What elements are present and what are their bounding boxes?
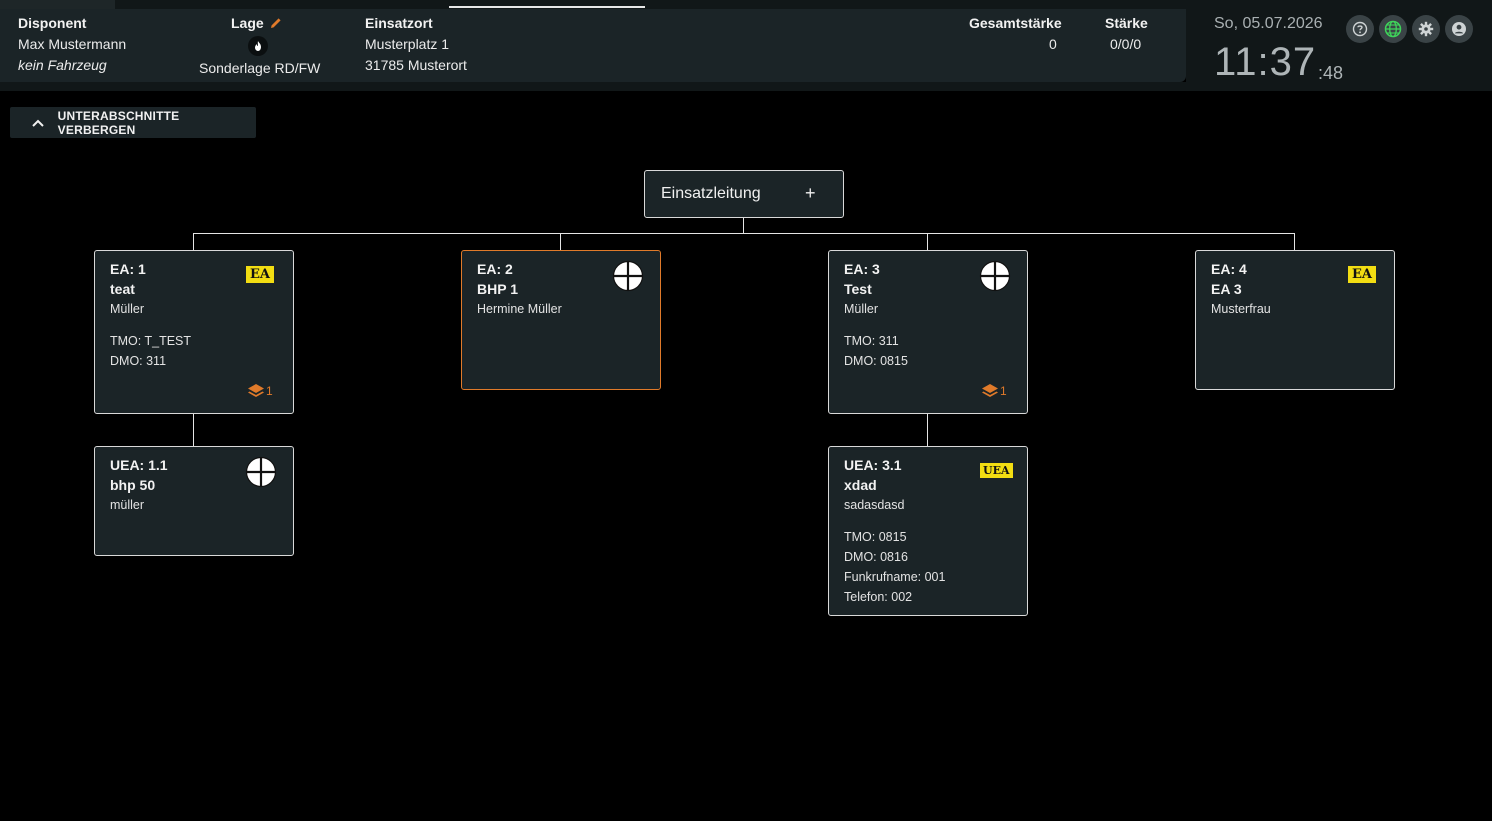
layers-indicator[interactable]: 1: [981, 383, 1007, 399]
disponent-name: Max Mustermann: [18, 36, 127, 52]
lage-value: Sonderlage RD/FW: [199, 60, 321, 76]
section-id: UEA: 1.1: [110, 457, 168, 473]
flame-icon: [248, 36, 268, 56]
subsection-card-uea31[interactable]: UEA: 3.1 xdad sadasdasd TMO: 0815 DMO: 0…: [828, 446, 1028, 616]
einsatzort-city: 31785 Musterort: [365, 57, 467, 73]
crosshair-icon: [245, 456, 277, 488]
section-dmo: DMO: 311: [110, 354, 167, 368]
connector: [927, 233, 928, 251]
layers-count: 1: [266, 384, 273, 398]
crosshair-icon: [612, 260, 644, 292]
einsatzleitung-node[interactable]: Einsatzleitung +: [644, 170, 844, 218]
current-date: So, 05.07.2026: [1214, 15, 1323, 32]
section-name: bhp 50: [110, 477, 156, 493]
connector: [560, 233, 561, 251]
disponent-vehicle: kein Fahrzeug: [18, 57, 107, 73]
staerke-value: 0/0/0: [1110, 36, 1142, 52]
section-dmo: DMO: 0815: [844, 354, 908, 368]
einsatzort-label: Einsatzort: [365, 15, 433, 31]
lage-label: Lage: [231, 15, 264, 31]
connector: [743, 216, 744, 233]
help-button[interactable]: [1346, 15, 1374, 43]
top-strip: [0, 0, 1492, 9]
staerke-label: Stärke: [1105, 15, 1148, 31]
section-tmo: TMO: T_TEST: [110, 334, 192, 348]
top-tab-left[interactable]: [0, 0, 115, 9]
add-subsection-button[interactable]: +: [805, 183, 816, 204]
settings-button[interactable]: [1412, 15, 1440, 43]
section-person: müller: [110, 498, 145, 512]
section-id: UEA: 3.1: [844, 457, 902, 473]
root-node-label: Einsatzleitung: [661, 185, 761, 202]
section-card-ea1[interactable]: EA: 1 teat Müller TMO: T_TEST DMO: 311 E…: [94, 250, 294, 414]
help-icon: [1352, 21, 1368, 37]
section-name: xdad: [844, 477, 877, 493]
connector: [193, 233, 1295, 234]
layers-icon: [248, 384, 264, 397]
section-person: Müller: [110, 302, 145, 316]
gesamtstaerke-value: 0: [1049, 36, 1057, 52]
connector: [193, 233, 194, 251]
gear-icon: [1418, 21, 1434, 37]
globe-icon: [1384, 20, 1402, 38]
subsection-card-uea11[interactable]: UEA: 1.1 bhp 50 müller: [94, 446, 294, 556]
section-funkrufname: Funkrufname: 001: [844, 570, 946, 584]
section-id: EA: 2: [477, 261, 513, 277]
section-card-ea4[interactable]: EA: 4 EA 3 Musterfrau EA: [1195, 250, 1395, 390]
layers-icon: [982, 384, 998, 397]
connector: [1294, 233, 1295, 251]
toggle-subsections-label: UNTERABSCHNITTE VERBERGEN: [57, 108, 180, 137]
layers-count: 1: [1000, 384, 1007, 398]
disponent-label: Disponent: [18, 15, 87, 31]
connector: [927, 413, 928, 447]
section-card-ea2[interactable]: EA: 2 BHP 1 Hermine Müller: [461, 250, 661, 390]
current-seconds: :48: [1318, 63, 1344, 83]
section-id: EA: 1: [110, 261, 146, 277]
section-name: EA 3: [1211, 281, 1242, 297]
einsatzort-street: Musterplatz 1: [365, 36, 450, 52]
section-dmo: DMO: 0816: [844, 550, 908, 564]
connector: [193, 413, 194, 447]
section-person: sadasdasd: [844, 498, 905, 512]
uea-badge: UEA: [980, 463, 1013, 478]
ea-badge: EA: [246, 266, 274, 283]
section-person: Müller: [844, 302, 879, 316]
section-telefon: Telefon: 002: [844, 590, 913, 604]
current-time: 11:37: [1214, 40, 1317, 84]
toggle-subsections-button[interactable]: UNTERABSCHNITTE VERBERGEN: [10, 107, 256, 138]
crosshair-icon: [979, 260, 1011, 292]
section-name: Test: [844, 281, 872, 297]
account-icon: [1452, 22, 1466, 36]
user-account-button[interactable]: [1445, 15, 1473, 43]
section-person: Musterfrau: [1211, 302, 1271, 316]
ea-badge: EA: [1348, 266, 1376, 283]
section-tmo: TMO: 0815: [844, 530, 907, 544]
layers-indicator[interactable]: 1: [247, 383, 273, 399]
section-card-ea3[interactable]: EA: 3 Test Müller TMO: 311 DMO: 0815 1: [828, 250, 1028, 414]
active-tab-indicator: [449, 6, 645, 8]
section-tmo: TMO: 311: [844, 334, 899, 348]
chevron-up-icon: [32, 116, 46, 130]
section-id: EA: 3: [844, 261, 880, 277]
edit-lage-pencil-icon[interactable]: [269, 16, 283, 30]
gesamtstaerke-label: Gesamtstärke: [969, 15, 1062, 31]
section-person: Hermine Müller: [477, 302, 562, 316]
section-id: EA: 4: [1211, 261, 1247, 277]
section-name: BHP 1: [477, 281, 518, 297]
section-name: teat: [110, 281, 135, 297]
header-divider: [0, 82, 1186, 91]
network-status-button[interactable]: [1379, 15, 1407, 43]
